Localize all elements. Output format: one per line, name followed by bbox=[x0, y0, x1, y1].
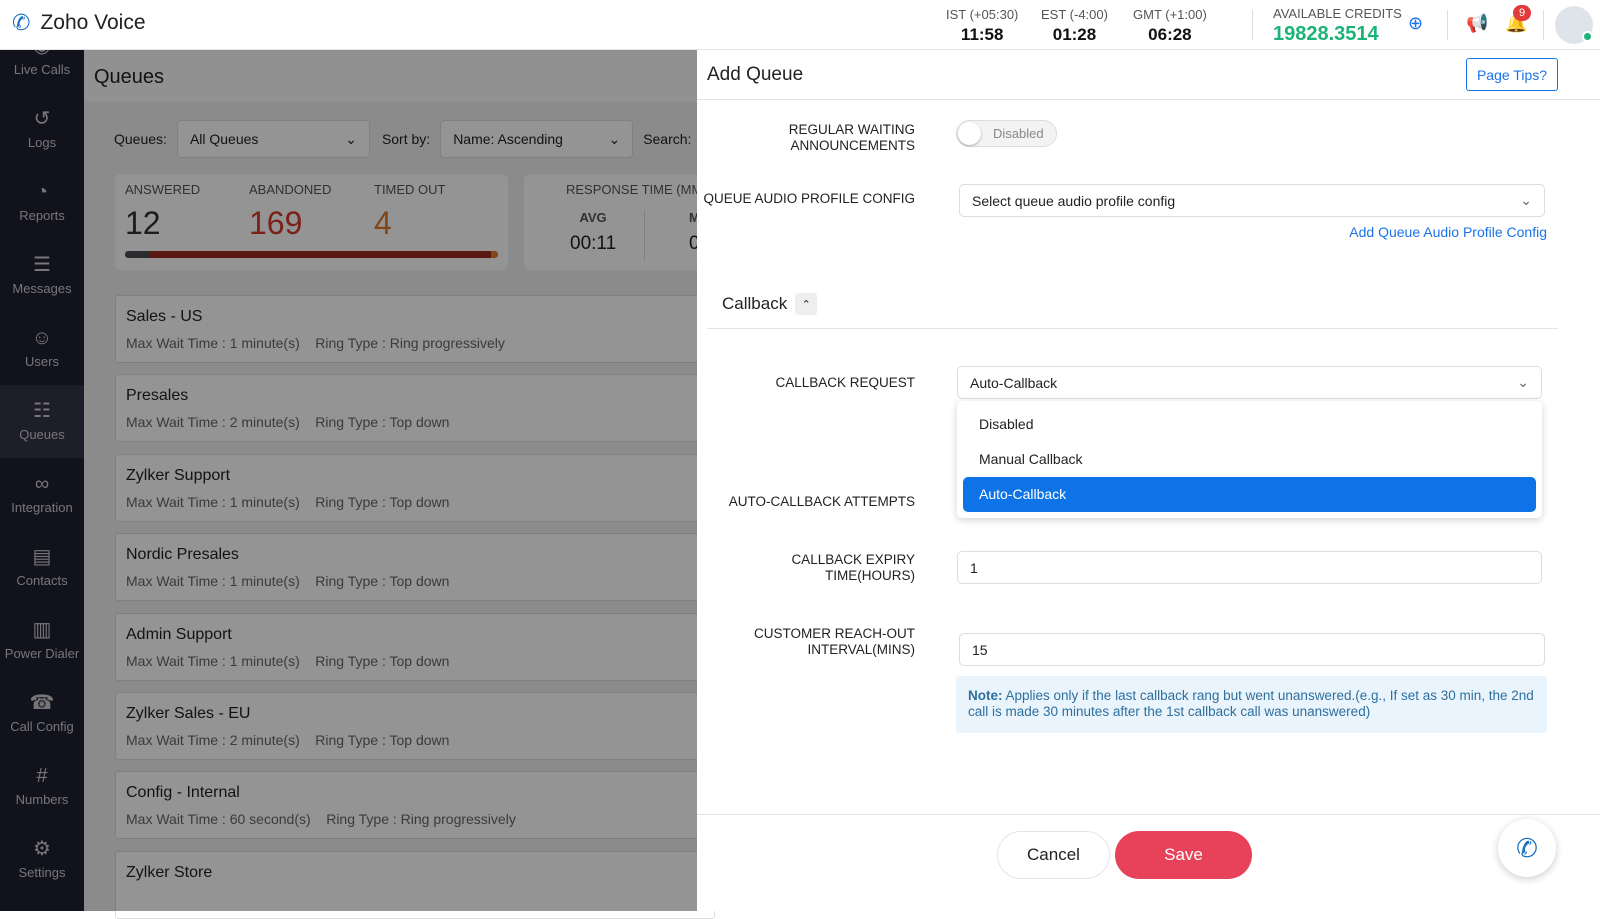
audio-profile-label: QUEUE AUDIO PROFILE CONFIG bbox=[703, 191, 915, 207]
option-manual-callback[interactable]: Manual Callback bbox=[963, 442, 1536, 477]
divider bbox=[1252, 10, 1253, 40]
callback-request-dropdown: Disabled Manual Callback Auto-Callback bbox=[957, 401, 1542, 518]
regular-waiting-label: REGULAR WAITING ANNOUNCEMENTS bbox=[715, 122, 915, 154]
phone-logo-icon: ✆ bbox=[12, 10, 30, 36]
cancel-button[interactable]: Cancel bbox=[997, 831, 1110, 879]
callback-request-select[interactable]: Auto-Callback⌄ bbox=[957, 366, 1542, 399]
add-queue-panel: Add Queue Page Tips? REGULAR WAITING ANN… bbox=[697, 50, 1600, 911]
divider bbox=[697, 99, 1600, 100]
expiry-label: CALLBACK EXPIRY TIME(HOURS) bbox=[755, 552, 915, 584]
divider bbox=[1447, 10, 1448, 40]
timezone-ist: IST (+05:30)11:58 bbox=[946, 7, 1018, 45]
auto-attempts-label: AUTO-CALLBACK ATTEMPTS bbox=[729, 494, 915, 510]
add-audio-profile-link[interactable]: Add Queue Audio Profile Config bbox=[1349, 224, 1547, 240]
top-header: ✆Zoho Voice IST (+05:30)11:58 EST (-4:00… bbox=[0, 0, 1600, 50]
callback-note: Note: Applies only if the last callback … bbox=[956, 676, 1547, 733]
panel-footer: Cancel Save bbox=[697, 814, 1600, 911]
online-status-icon bbox=[1582, 31, 1593, 42]
callback-section-header[interactable]: Callback⌃ bbox=[722, 293, 817, 315]
callback-request-label: CALLBACK REQUEST bbox=[775, 375, 915, 391]
dialer-fab-phone-icon[interactable]: ✆ bbox=[1498, 819, 1556, 877]
app-logo[interactable]: ✆Zoho Voice bbox=[12, 10, 146, 36]
timezone-gmt: GMT (+1:00)06:28 bbox=[1133, 7, 1207, 45]
reachout-interval-input[interactable]: 15 bbox=[959, 633, 1545, 666]
divider bbox=[1543, 10, 1544, 40]
toggle-knob bbox=[958, 122, 981, 145]
option-disabled[interactable]: Disabled bbox=[963, 407, 1536, 442]
avatar[interactable] bbox=[1555, 6, 1593, 44]
chevron-up-icon[interactable]: ⌃ bbox=[795, 293, 817, 315]
add-credits-icon[interactable]: ⊕ bbox=[1408, 13, 1423, 34]
audio-profile-select[interactable]: Select queue audio profile config⌄ bbox=[959, 184, 1545, 217]
divider bbox=[707, 328, 1558, 329]
available-credits: AVAILABLE CREDITS19828.3514 bbox=[1273, 6, 1402, 46]
callback-expiry-input[interactable]: 1 bbox=[957, 551, 1542, 584]
notification-badge: 9 bbox=[1513, 5, 1531, 21]
megaphone-icon[interactable]: 📢 bbox=[1466, 13, 1488, 34]
modal-backdrop[interactable] bbox=[0, 50, 697, 911]
option-auto-callback[interactable]: Auto-Callback bbox=[963, 477, 1536, 512]
chevron-down-icon: ⌄ bbox=[1517, 374, 1529, 391]
reachout-label: CUSTOMER REACH-OUT INTERVAL(MINS) bbox=[725, 626, 915, 658]
chevron-down-icon: ⌄ bbox=[1520, 192, 1532, 209]
panel-title: Add Queue bbox=[707, 64, 803, 86]
regular-waiting-toggle[interactable]: Disabled bbox=[956, 120, 1057, 147]
timezone-est: EST (-4:00)01:28 bbox=[1041, 7, 1108, 45]
page-tips-button[interactable]: Page Tips? bbox=[1466, 58, 1558, 91]
save-button[interactable]: Save bbox=[1115, 831, 1252, 879]
